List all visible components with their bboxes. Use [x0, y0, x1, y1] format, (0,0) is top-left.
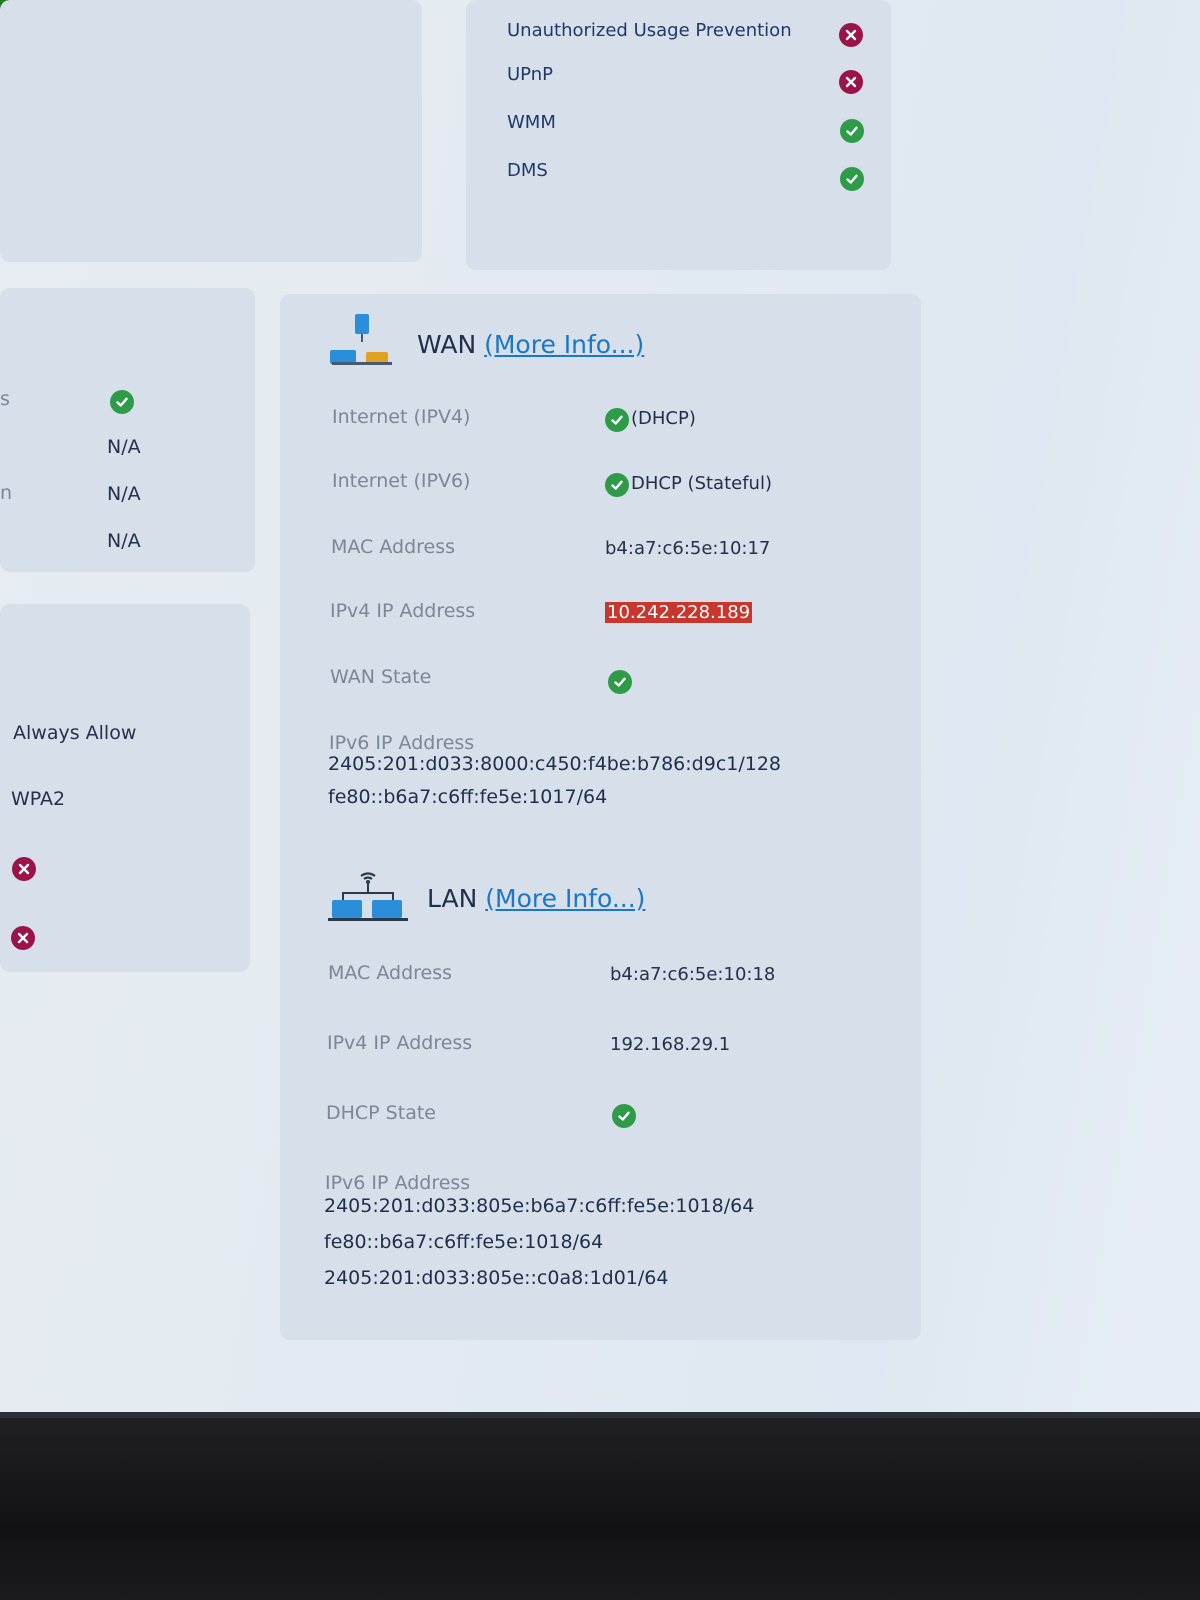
lan-title: LAN [427, 884, 478, 913]
check-icon [612, 1104, 636, 1128]
wan-ipv6-value: 2405:201:d033:8000:c450:f4be:b786:d9c1/1… [328, 753, 782, 775]
lan-mac-label: MAC Address [328, 962, 453, 984]
wan-internet-ipv6-label: Internet (IPV6) [332, 470, 471, 492]
wan-ipv6-list: 2405:201:d033:8000:c450:f4be:b786:d9c1/1… [328, 748, 781, 814]
check-icon [605, 473, 629, 497]
disabled-icon [11, 926, 35, 950]
security-value: WPA2 [11, 788, 66, 810]
wan-ipv6-value: fe80::b6a7:c6ff:fe5e:1017/64 [328, 786, 608, 808]
lan-mac-value: b4:a7:c6:5e:10:18 [610, 964, 776, 985]
left-status-card: s N/A n N/A N/A [0, 288, 255, 572]
feature-label-dms: DMS [507, 160, 548, 181]
lan-ipv6-value: 2405:201:d033:805e:b6a7:c6ff:fe5e:1018/6… [324, 1195, 755, 1217]
lan-ipv6-value: 2405:201:d033:805e::c0a8:1d01/64 [324, 1267, 669, 1289]
lan-more-info-link[interactable]: (More Info...) [485, 884, 645, 913]
wan-state-label: WAN State [330, 666, 432, 688]
row-label-fragment: s [0, 388, 10, 410]
check-icon [840, 119, 864, 143]
features-card: Unauthorized Usage Prevention UPnP WMM D… [466, 0, 891, 270]
wan-lan-card: WAN (More Info...) Internet (IPV4) (DHCP… [280, 294, 921, 1340]
lan-header: LAN (More Info...) [427, 884, 645, 913]
check-icon [840, 167, 864, 191]
disabled-icon [12, 857, 36, 881]
wan-internet-ipv4-value: (DHCP) [631, 408, 696, 429]
disabled-icon [839, 23, 863, 47]
row-label-fragment: n [0, 482, 13, 504]
lan-ipv6-value: fe80::b6a7:c6ff:fe5e:1018/64 [324, 1231, 604, 1253]
feature-label-wmm: WMM [507, 112, 556, 133]
wan-internet-ipv6-value: DHCP (Stateful) [631, 473, 772, 494]
lan-dhcp-label: DHCP State [326, 1102, 436, 1124]
access-value: Always Allow [13, 722, 137, 744]
lan-icon [328, 868, 408, 924]
feature-label-upnp: UPnP [507, 64, 553, 85]
wan-more-info-link[interactable]: (More Info...) [484, 330, 644, 359]
wan-mac-label: MAC Address [331, 536, 456, 558]
wan-icon [330, 314, 394, 368]
disabled-icon [839, 70, 863, 94]
lan-ipv4-label: IPv4 IP Address [327, 1032, 473, 1054]
wan-ipv4-label: IPv4 IP Address [330, 600, 476, 622]
check-icon [110, 390, 134, 414]
lan-ipv6-list: 2405:201:d033:805e:b6a7:c6ff:fe5e:1018/6… [324, 1188, 754, 1296]
wan-internet-ipv4-label: Internet (IPV4) [332, 406, 471, 428]
left-wifi-card: Always Allow WPA2 [0, 604, 250, 972]
check-icon [605, 408, 629, 432]
top-left-card [0, 0, 422, 262]
wan-header: WAN (More Info...) [417, 330, 644, 359]
wan-title: WAN [417, 330, 477, 359]
wan-mac-value: b4:a7:c6:5e:10:17 [605, 538, 771, 559]
lan-ipv4-value: 192.168.29.1 [610, 1034, 731, 1055]
feature-label-unauthorized-usage: Unauthorized Usage Prevention [507, 20, 792, 41]
row-value: N/A [107, 483, 141, 505]
check-icon [608, 670, 632, 694]
wan-ipv4-value: 10.242.228.189 [605, 602, 753, 623]
row-value: N/A [107, 530, 141, 552]
monitor-bezel [0, 1418, 1200, 1600]
row-value: N/A [107, 436, 141, 458]
